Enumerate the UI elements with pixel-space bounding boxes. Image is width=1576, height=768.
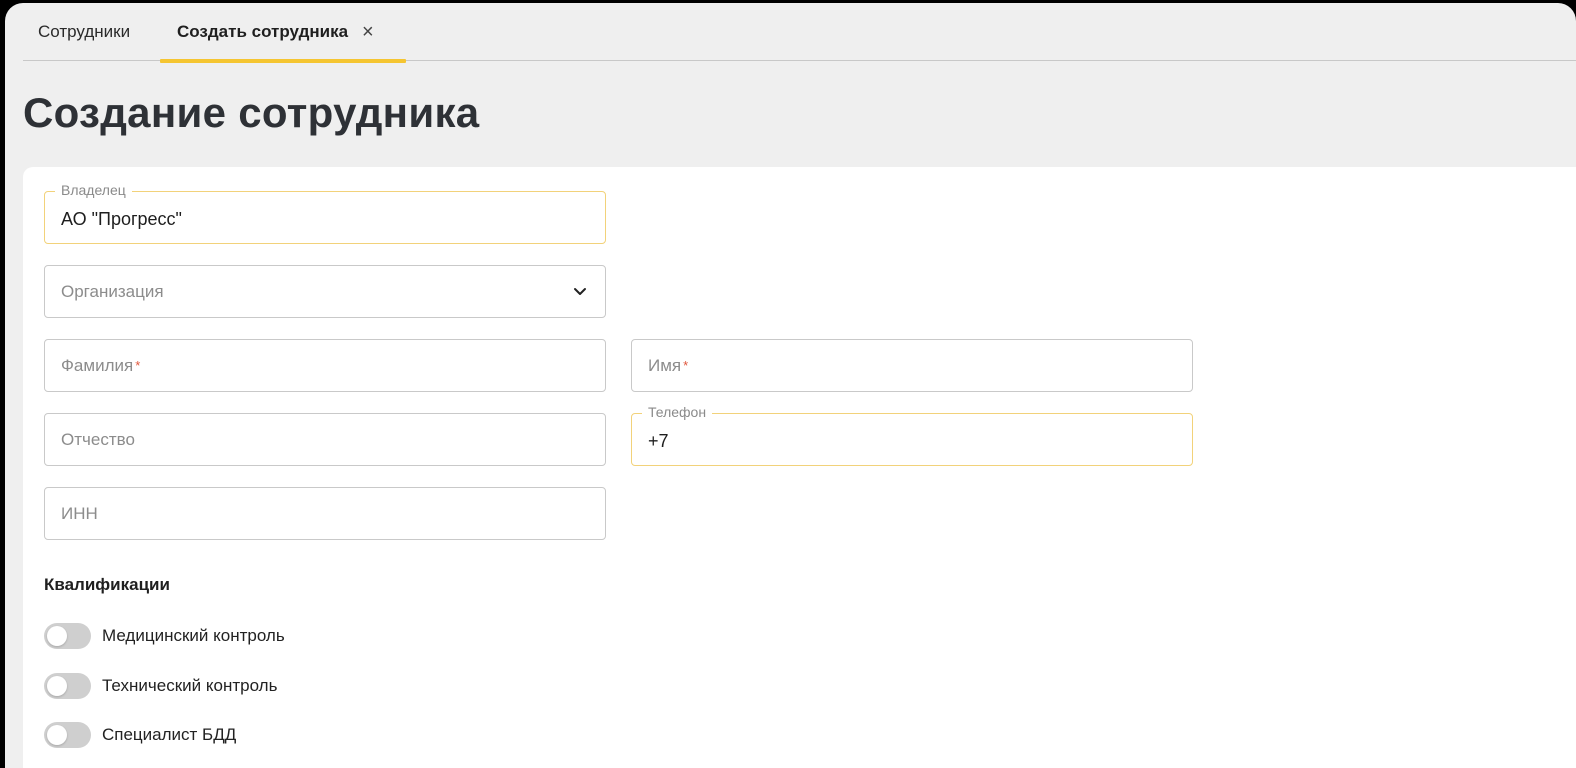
toggle-knob: [47, 626, 67, 646]
phone-label: Телефон: [642, 404, 713, 420]
phone-value: +7: [648, 431, 669, 451]
tab-create-employee-label: Создать сотрудника: [177, 22, 349, 41]
owner-field[interactable]: Владелец АО "Прогресс": [44, 182, 606, 244]
tab-create-employee[interactable]: Создать сотрудника ×: [160, 3, 406, 63]
form-card: Владелец АО "Прогресс" Организация Фамил…: [23, 167, 1576, 768]
toggle-knob: [47, 725, 67, 745]
organization-placeholder: Организация: [61, 281, 164, 301]
technical-control-label: Технический контроль: [102, 676, 278, 695]
tab-employees[interactable]: Сотрудники: [38, 3, 130, 61]
close-icon[interactable]: ×: [362, 22, 374, 42]
bdd-specialist-toggle[interactable]: [44, 722, 91, 748]
page-title: Создание сотрудника: [23, 89, 480, 136]
toggle-knob: [47, 676, 67, 696]
last-name-placeholder: Фамилия: [61, 355, 134, 375]
owner-label: Владелец: [55, 182, 132, 198]
first-name-placeholder: Имя: [648, 355, 682, 375]
tab-employees-label: Сотрудники: [38, 22, 131, 41]
required-mark: *: [683, 358, 689, 373]
first-name-field[interactable]: Имя *: [631, 339, 1193, 392]
qualifications-title: Квалификации: [44, 575, 170, 594]
inn-field[interactable]: ИНН: [44, 487, 606, 540]
qualification-medical-toggle-row[interactable]: Медицинский контроль: [44, 623, 285, 649]
qualification-bdd-toggle-row[interactable]: Специалист БДД: [44, 722, 236, 748]
tab-bar: Сотрудники Создать сотрудника ×: [23, 3, 1576, 63]
inn-placeholder: ИНН: [61, 503, 98, 523]
middle-name-placeholder: Отчество: [61, 429, 135, 449]
required-mark: *: [135, 358, 141, 373]
middle-name-field[interactable]: Отчество: [44, 413, 606, 466]
last-name-field[interactable]: Фамилия *: [44, 339, 606, 392]
chevron-down-icon: [574, 288, 586, 295]
organization-select[interactable]: Организация: [44, 265, 606, 318]
medical-control-toggle[interactable]: [44, 623, 91, 649]
phone-field[interactable]: Телефон +7: [631, 404, 1193, 466]
qualification-technical-toggle-row[interactable]: Технический контроль: [44, 673, 277, 699]
medical-control-label: Медицинский контроль: [102, 626, 285, 645]
bdd-specialist-label: Специалист БДД: [102, 725, 237, 744]
app-window: Сотрудники Создать сотрудника × Создание…: [5, 3, 1576, 768]
technical-control-toggle[interactable]: [44, 673, 91, 699]
owner-value: АО "Прогресс": [61, 209, 182, 229]
